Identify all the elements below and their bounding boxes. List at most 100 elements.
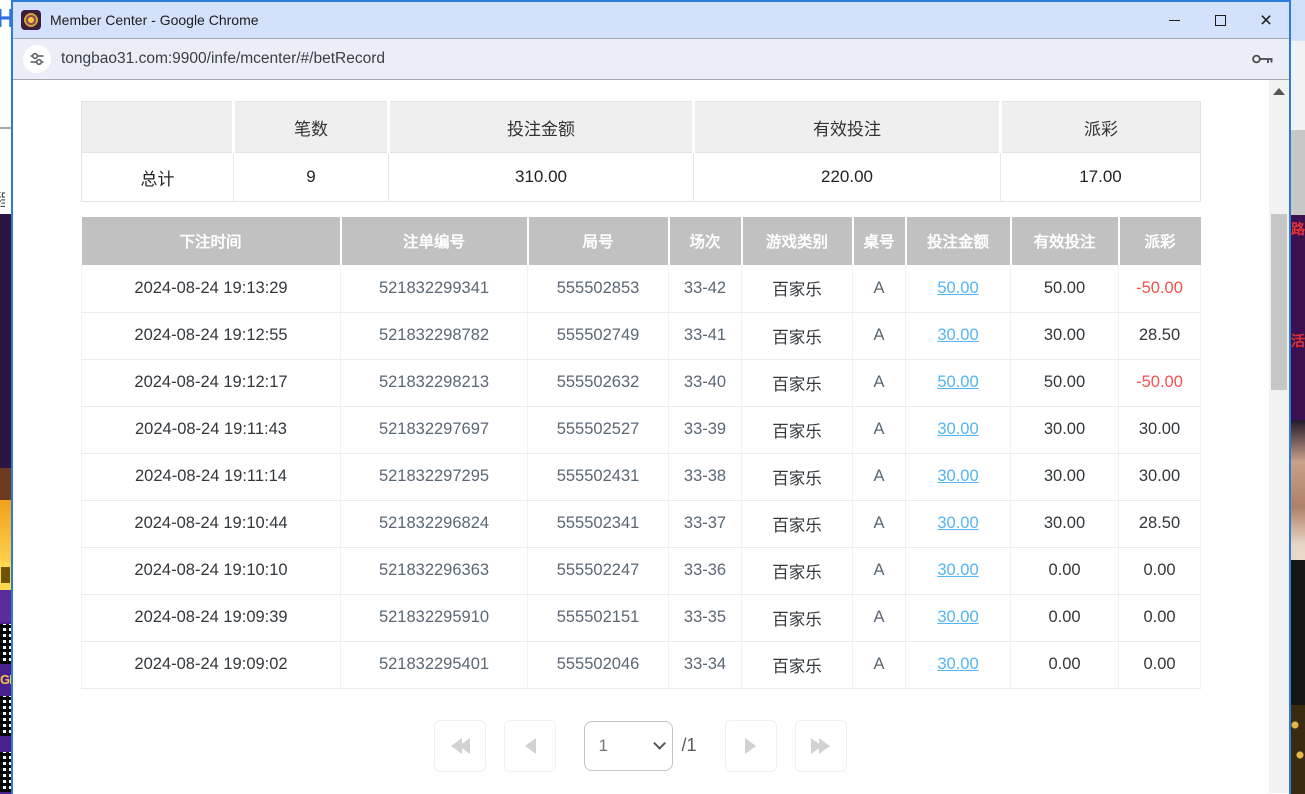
close-icon: × <box>1260 10 1272 31</box>
header-round-number: 局号 <box>528 217 669 265</box>
cell-round_no: 555502341 <box>528 500 669 547</box>
chevron-down-icon <box>654 737 667 750</box>
summary-total-row: 总计 9 310.00 220.00 17.00 <box>82 153 1201 202</box>
cell-bet_amount: 30.00 <box>906 641 1011 688</box>
last-page-button[interactable] <box>795 720 847 772</box>
background-page-right: 路 活 <box>1291 0 1305 794</box>
header-bet-number: 注单编号 <box>341 217 528 265</box>
cell-time: 2024-08-24 19:10:44 <box>82 500 341 547</box>
cell-session: 33-37 <box>669 500 742 547</box>
cell-game: 百家乐 <box>742 265 853 312</box>
background-text-fragment: H <box>0 4 7 34</box>
bet-amount-link[interactable]: 30.00 <box>937 655 978 673</box>
chrome-popup-window: Member Center - Google Chrome × tongbao3… <box>11 0 1291 794</box>
summary-header-row: 笔数 投注金额 有效投注 派彩 <box>82 102 1201 153</box>
bet-amount-link[interactable]: 30.00 <box>937 326 978 344</box>
header-payout: 派彩 <box>1119 217 1201 265</box>
cell-payout: 30.00 <box>1119 406 1201 453</box>
cell-round_no: 555502527 <box>528 406 669 453</box>
header-bet-time: 下注时间 <box>82 217 341 265</box>
cell-table_no: A <box>853 547 906 594</box>
page-total-label: /1 <box>681 735 696 756</box>
bet-amount-link[interactable]: 30.00 <box>937 514 978 532</box>
background-banner <box>0 590 11 622</box>
bet-amount-link[interactable]: 30.00 <box>937 420 978 438</box>
first-page-button[interactable] <box>434 720 486 772</box>
cell-game: 百家乐 <box>742 641 853 688</box>
cell-time: 2024-08-24 19:11:43 <box>82 406 341 453</box>
bet-record-row: 2024-08-24 19:12:55521832298782555502749… <box>82 312 1201 359</box>
cell-bet_no: 521832298782 <box>341 312 528 359</box>
cell-game: 百家乐 <box>742 312 853 359</box>
cell-time: 2024-08-24 19:09:39 <box>82 594 341 641</box>
cell-payout: 0.00 <box>1119 594 1201 641</box>
minimize-button[interactable] <box>1151 2 1197 38</box>
cell-time: 2024-08-24 19:09:02 <box>82 641 341 688</box>
summary-header-valid-bet: 有效投注 <box>694 102 1001 153</box>
url-text[interactable]: tongbao31.com:9900/infe/mcenter/#/betRec… <box>61 50 1251 68</box>
cell-time: 2024-08-24 19:11:14 <box>82 453 341 500</box>
header-bet-amount: 投注金额 <box>906 217 1011 265</box>
background-text-fragment: 路 <box>1291 219 1305 239</box>
cell-round_no: 555502247 <box>528 547 669 594</box>
close-button[interactable]: × <box>1243 2 1289 38</box>
site-info-button[interactable] <box>23 45 51 73</box>
cell-valid_bet: 0.00 <box>1011 594 1119 641</box>
summary-total-label: 总计 <box>82 153 234 202</box>
cell-valid_bet: 30.00 <box>1011 406 1119 453</box>
qr-code-fragment <box>0 624 11 664</box>
background-banner <box>0 500 11 562</box>
summary-total-valid-bet: 220.00 <box>694 153 1001 202</box>
url-bar[interactable]: tongbao31.com:9900/infe/mcenter/#/betRec… <box>13 39 1289 80</box>
password-key-button[interactable] <box>1251 51 1275 67</box>
left-arrow-icon <box>525 738 536 754</box>
bet-amount-link[interactable]: 30.00 <box>937 608 978 626</box>
cell-session: 33-36 <box>669 547 742 594</box>
scroll-up-arrow-icon[interactable] <box>1273 88 1285 95</box>
cell-game: 百家乐 <box>742 453 853 500</box>
cell-round_no: 555502632 <box>528 359 669 406</box>
cell-game: 百家乐 <box>742 547 853 594</box>
bet-record-row: 2024-08-24 19:09:02521832295401555502046… <box>82 641 1201 688</box>
previous-page-button[interactable] <box>504 720 556 772</box>
cell-bet_no: 521832298213 <box>341 359 528 406</box>
cell-valid_bet: 0.00 <box>1011 641 1119 688</box>
background-banner <box>0 562 11 590</box>
cell-valid_bet: 30.00 <box>1011 453 1119 500</box>
cell-payout: 28.50 <box>1119 500 1201 547</box>
cell-payout: -50.00 <box>1119 359 1201 406</box>
cell-session: 33-41 <box>669 312 742 359</box>
background-banner <box>1291 0 1305 41</box>
summary-table: 笔数 投注金额 有效投注 派彩 总计 9 310.00 220.00 17.00 <box>81 101 1201 202</box>
bet-amount-link[interactable]: 50.00 <box>937 373 978 391</box>
cell-bet_amount: 30.00 <box>906 312 1011 359</box>
cell-bet_amount: 30.00 <box>906 594 1011 641</box>
content-scrollbar[interactable] <box>1269 80 1289 793</box>
cell-valid_bet: 0.00 <box>1011 547 1119 594</box>
cell-round_no: 555502431 <box>528 453 669 500</box>
cell-bet_no: 521832297697 <box>341 406 528 453</box>
cell-bet_no: 521832297295 <box>341 453 528 500</box>
cell-time: 2024-08-24 19:10:10 <box>82 547 341 594</box>
cell-time: 2024-08-24 19:12:17 <box>82 359 341 406</box>
maximize-icon <box>1215 15 1226 26</box>
background-banner <box>0 468 11 500</box>
cell-session: 33-39 <box>669 406 742 453</box>
cell-table_no: A <box>853 641 906 688</box>
maximize-button[interactable] <box>1197 2 1243 38</box>
bet-record-row: 2024-08-24 19:11:43521832297697555502527… <box>82 406 1201 453</box>
page-select[interactable]: 1 <box>584 721 673 771</box>
background-divider <box>0 127 11 129</box>
bet-amount-link[interactable]: 30.00 <box>937 561 978 579</box>
scrollbar-thumb[interactable] <box>1271 214 1287 390</box>
background-page-left: H 程 GF <box>0 0 11 794</box>
cell-table_no: A <box>853 312 906 359</box>
bet-amount-link[interactable]: 30.00 <box>937 467 978 485</box>
summary-total-payout: 17.00 <box>1001 153 1201 202</box>
background-banner <box>1291 705 1305 794</box>
cell-session: 33-35 <box>669 594 742 641</box>
next-page-button[interactable] <box>725 720 777 772</box>
summary-header-blank <box>82 102 234 153</box>
cell-game: 百家乐 <box>742 500 853 547</box>
bet-amount-link[interactable]: 50.00 <box>937 279 978 297</box>
